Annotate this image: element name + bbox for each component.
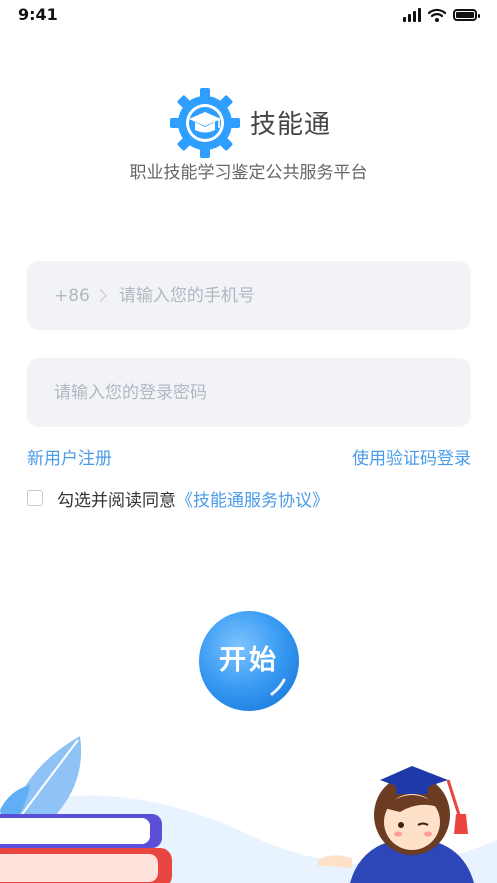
agreement-row: 勾选并阅读同意 《技能通服务协议》	[27, 486, 329, 511]
agreement-link[interactable]: 《技能通服务协议》	[176, 486, 329, 511]
password-input[interactable]	[54, 382, 434, 403]
app-logo-icon	[168, 86, 242, 160]
graduate-girl-icon	[318, 766, 474, 883]
country-code-selector[interactable]: +86	[54, 286, 90, 306]
status-bar: 9:41	[0, 0, 497, 30]
bottom-illustration	[0, 736, 497, 883]
wifi-icon	[428, 8, 446, 22]
agreement-checkbox[interactable]	[27, 490, 43, 506]
phone-field[interactable]: +86	[27, 261, 471, 330]
start-button-label: 开始	[219, 645, 279, 676]
app-subtitle: 职业技能学习鉴定公共服务平台	[129, 163, 368, 183]
password-field[interactable]	[27, 358, 471, 427]
chevron-right-icon	[94, 289, 107, 302]
books-icon	[0, 814, 172, 883]
app-title: 技能通	[250, 110, 332, 140]
start-button[interactable]: 开始	[194, 606, 304, 716]
status-time: 9:41	[18, 5, 58, 24]
sms-login-link[interactable]: 使用验证码登录	[352, 444, 471, 469]
battery-icon	[453, 9, 480, 21]
status-icons	[403, 6, 480, 24]
phone-input[interactable]	[118, 285, 449, 306]
signal-icon	[403, 8, 421, 22]
register-link[interactable]: 新用户注册	[27, 444, 112, 469]
agreement-text: 勾选并阅读同意	[57, 490, 176, 511]
